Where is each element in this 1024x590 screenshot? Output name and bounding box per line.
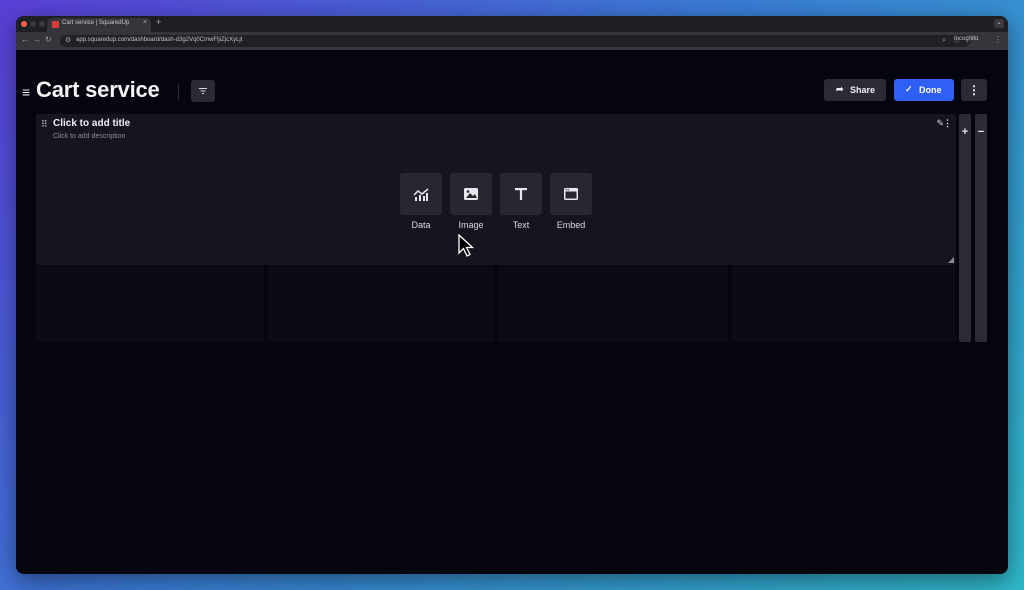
text-icon	[515, 188, 527, 200]
tile-option-data[interactable]: Data	[400, 173, 442, 230]
filter-icon	[199, 88, 207, 94]
tile-menu-icon[interactable]: ⋮	[943, 118, 952, 129]
kebab-icon: ⋮	[968, 83, 980, 97]
tab-close-icon[interactable]: ×	[143, 19, 147, 26]
site-info-icon[interactable]: ⚙	[65, 36, 71, 44]
header-divider	[178, 84, 179, 100]
page-title[interactable]: Cart service	[36, 77, 160, 103]
minus-icon[interactable]: −	[975, 126, 987, 138]
zoom-out-rail[interactable]: −	[975, 114, 987, 342]
forward-icon[interactable]: →	[33, 35, 41, 44]
image-icon	[464, 188, 478, 200]
tile-option-embed[interactable]: Embed	[550, 173, 592, 230]
option-box[interactable]	[550, 173, 592, 215]
more-options-button[interactable]: ⋮	[961, 79, 987, 101]
done-label: Done	[919, 85, 942, 95]
incognito-badge[interactable]: Incognito	[954, 36, 978, 42]
menu-icon[interactable]: ≡	[22, 84, 30, 100]
zoom-icon[interactable]: ⌕	[942, 37, 946, 45]
tile-description[interactable]: Click to add description	[53, 133, 125, 140]
done-button[interactable]: ✓ Done	[894, 79, 954, 101]
zoom-in-rail[interactable]: +	[959, 114, 971, 342]
option-box[interactable]	[500, 173, 542, 215]
back-icon[interactable]: ←	[21, 35, 29, 44]
option-label: Image	[458, 220, 484, 230]
reload-icon[interactable]: ↻	[45, 35, 52, 44]
option-label: Data	[411, 220, 431, 230]
plus-icon[interactable]: +	[959, 126, 971, 138]
share-button[interactable]: ➦ Share	[824, 79, 886, 101]
new-tab-button[interactable]: +	[156, 17, 161, 27]
browser-menu-icon[interactable]: ⋮	[994, 35, 1002, 44]
url-text: app.squaredup.com/dashboard/dash-d3g2Vq0…	[76, 37, 243, 43]
app-area: ≡ Cart service ➦ Share ✓ Done ⋮ ⠿ Click …	[16, 50, 1008, 574]
tile-option-text[interactable]: Text	[500, 173, 542, 230]
browser-tab[interactable]: Cart service | SquaredUp ×	[47, 18, 151, 32]
option-box[interactable]	[450, 173, 492, 215]
option-label: Embed	[556, 220, 586, 230]
tile-option-image[interactable]: Image	[450, 173, 492, 230]
tab-search-icon[interactable]: ⌄	[994, 19, 1004, 28]
filter-button[interactable]	[191, 80, 215, 102]
tile-title[interactable]: Click to add title	[53, 118, 130, 129]
address-bar[interactable]: ⚙ app.squaredup.com/dashboard/dash-d3g2V…	[60, 35, 970, 47]
resize-handle-icon[interactable]	[948, 257, 954, 263]
empty-tile[interactable]: ⠿ Click to add title Click to add descri…	[36, 114, 956, 265]
share-icon: ➦	[836, 84, 844, 94]
option-box[interactable]	[400, 173, 442, 215]
chart-icon	[413, 188, 429, 201]
close-window-button[interactable]	[21, 21, 27, 27]
embed-icon	[564, 188, 578, 200]
browser-window: Cart service | SquaredUp × + ⌄ ← → ↻ ⚙ a…	[16, 16, 1008, 574]
mouse-cursor-icon	[458, 234, 474, 257]
tab-title: Cart service | SquaredUp	[62, 20, 130, 26]
share-label: Share	[850, 85, 876, 95]
drag-handle-icon[interactable]: ⠿	[41, 119, 48, 130]
minimize-window-button[interactable]	[30, 21, 36, 27]
check-icon: ✓	[905, 84, 913, 94]
tab-strip: Cart service | SquaredUp × + ⌄	[16, 16, 1008, 32]
maximize-window-button[interactable]	[39, 21, 45, 27]
option-label: Text	[512, 220, 530, 230]
favicon-icon	[52, 21, 59, 28]
browser-toolbar: ← → ↻ ⚙ app.squaredup.com/dashboard/dash…	[16, 32, 1008, 50]
